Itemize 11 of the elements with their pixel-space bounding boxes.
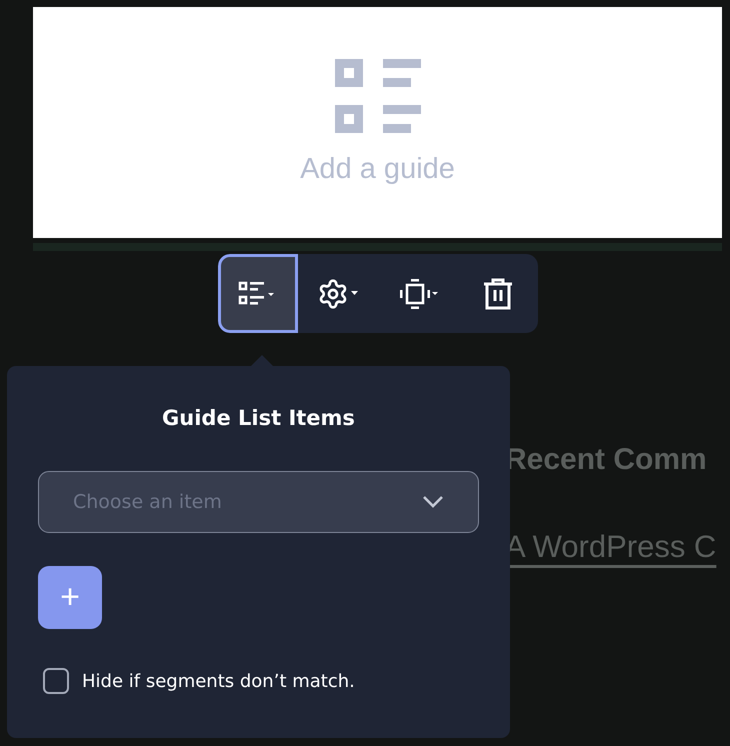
trash-icon bbox=[481, 276, 515, 310]
popover-title: Guide List Items bbox=[161, 406, 356, 430]
list-icon bbox=[334, 59, 420, 133]
chevron-down-icon bbox=[422, 495, 444, 509]
guide-placeholder-text: Add a guide bbox=[300, 153, 455, 186]
gear-icon bbox=[317, 278, 359, 310]
item-select[interactable]: Choose an item bbox=[38, 471, 479, 533]
list-button[interactable] bbox=[218, 254, 298, 333]
checkbox-label: Hide if segments don’t match. bbox=[82, 670, 355, 692]
checkbox[interactable] bbox=[43, 668, 69, 694]
add-button[interactable]: + bbox=[38, 566, 102, 629]
